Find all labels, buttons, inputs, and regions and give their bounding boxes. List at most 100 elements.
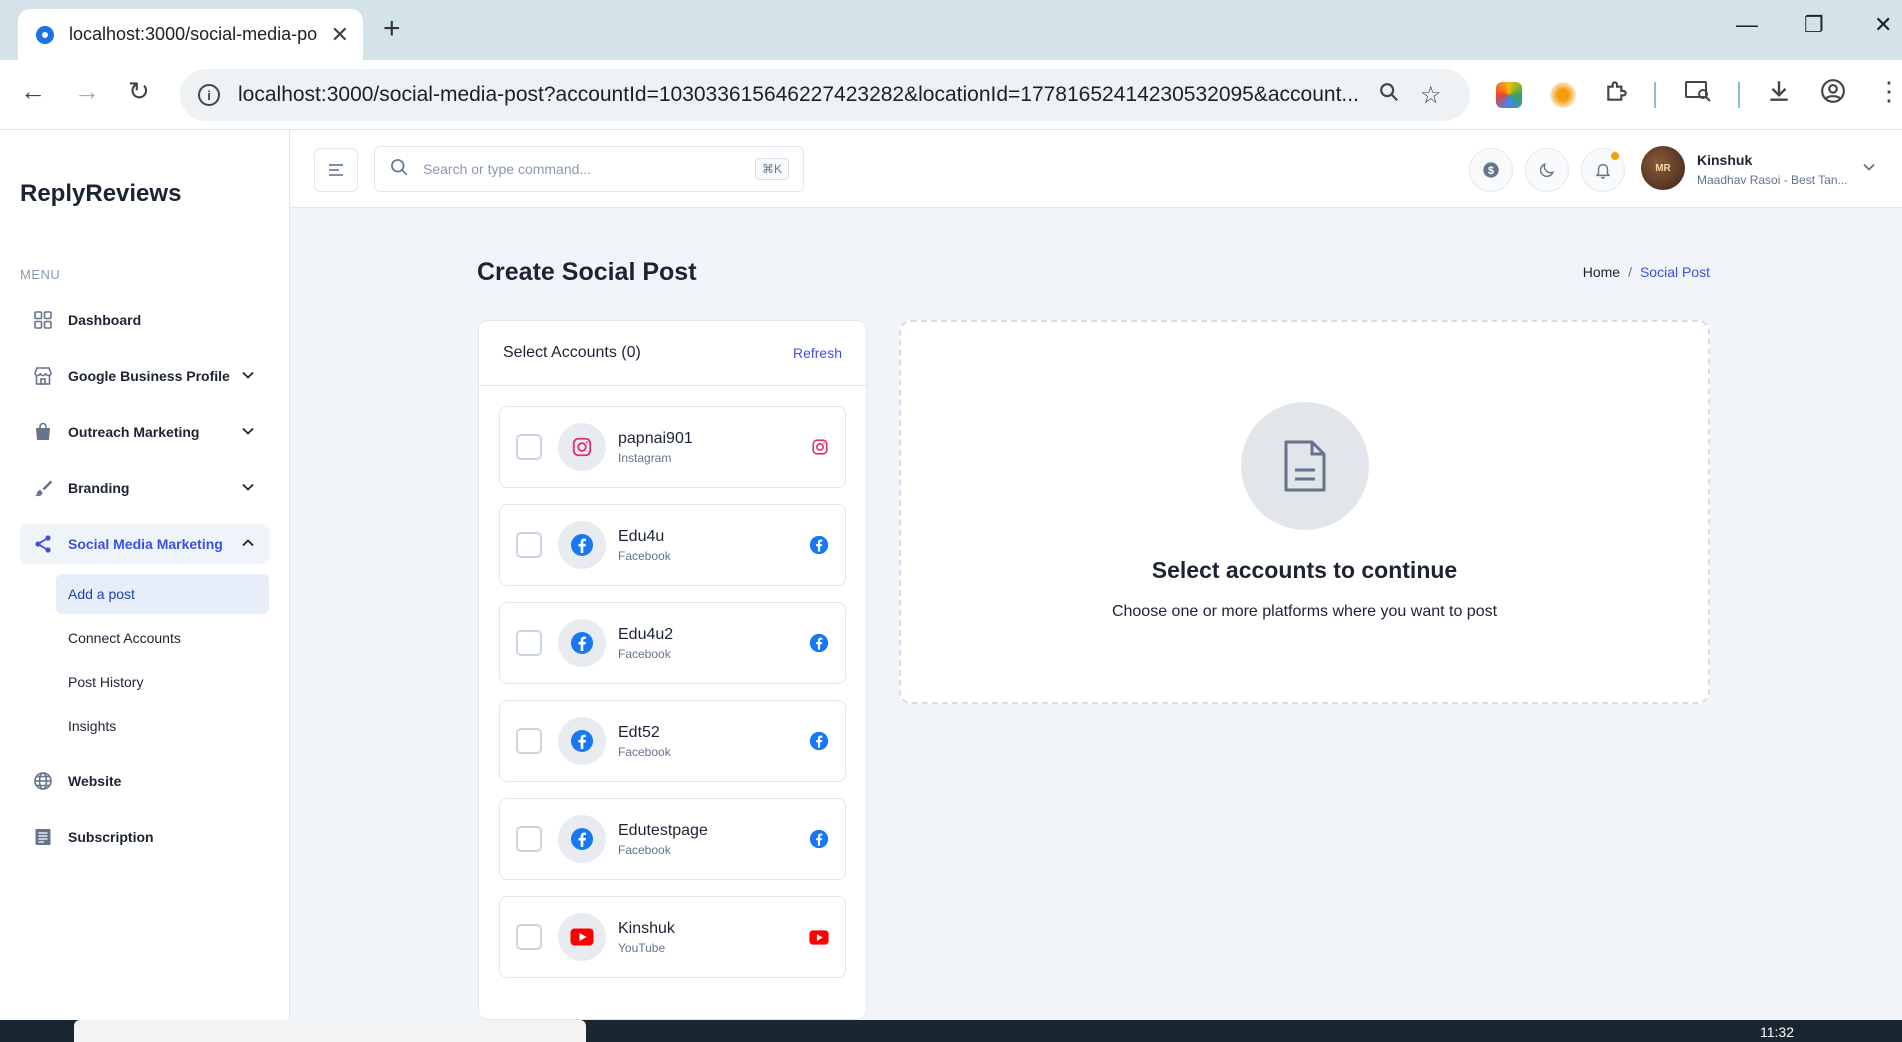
globe-icon: [32, 770, 54, 792]
sidebar-item-label: Subscription: [68, 829, 154, 845]
dark-mode-toggle[interactable]: [1525, 148, 1569, 192]
dollar-icon: $: [1483, 162, 1499, 178]
site-info-icon[interactable]: i: [198, 84, 220, 106]
refresh-button[interactable]: Refresh: [793, 345, 842, 361]
sidebar-item-subscription[interactable]: Subscription: [20, 817, 269, 857]
account-name: Edu4u2: [618, 625, 674, 643]
account-row[interactable]: Edutestpage Facebook: [499, 798, 846, 880]
account-row[interactable]: Edu4u Facebook: [499, 504, 846, 586]
empty-state-title: Select accounts to continue: [1151, 557, 1458, 583]
back-icon[interactable]: ←: [20, 78, 46, 104]
zoom-icon[interactable]: [1378, 81, 1400, 110]
new-tab-icon[interactable]: +: [383, 14, 401, 44]
extension-flower-icon[interactable]: [1550, 82, 1576, 108]
taskbar-clock: 11:32: [1760, 1024, 1794, 1040]
chevron-down-icon: [241, 424, 255, 441]
account-checkbox[interactable]: [516, 826, 542, 852]
sidebar-subitem-connect-accounts[interactable]: Connect Accounts: [56, 618, 269, 658]
account-checkbox[interactable]: [516, 728, 542, 754]
search-input[interactable]: [423, 161, 743, 177]
account-row[interactable]: papnai901 Instagram: [499, 406, 846, 488]
youtube-icon: [809, 929, 829, 945]
sidebar-item-label: Website: [68, 773, 122, 789]
tab-title: localhost:3000/social-media-po: [69, 24, 318, 44]
address-bar[interactable]: i localhost:3000/social-media-post?accou…: [180, 69, 1470, 121]
close-tab-icon[interactable]: ✕: [331, 23, 349, 46]
extensions-puzzle-icon[interactable]: [1604, 78, 1630, 108]
chevron-down-icon: [241, 368, 255, 385]
facebook-icon: [558, 521, 606, 569]
currency-button[interactable]: $: [1469, 148, 1513, 192]
account-row[interactable]: Kinshuk YouTube: [499, 896, 846, 978]
cast-search-icon[interactable]: [1684, 78, 1712, 108]
account-checkbox[interactable]: [516, 532, 542, 558]
select-accounts-card: Select Accounts (0) Refresh papnai901 In…: [478, 320, 867, 1020]
facebook-icon: [809, 731, 829, 751]
toolbar-divider: [1654, 82, 1656, 108]
brush-icon: [32, 477, 54, 499]
account-row[interactable]: Edt52 Facebook: [499, 700, 846, 782]
sidebar-item-dashboard[interactable]: Dashboard: [20, 300, 269, 340]
facebook-icon: [558, 815, 606, 863]
facebook-icon: [558, 717, 606, 765]
account-platform: Instagram: [618, 450, 672, 465]
notifications-button[interactable]: [1581, 148, 1625, 192]
restore-icon[interactable]: ❐: [1804, 12, 1824, 38]
sidebar-item-website[interactable]: Website: [20, 761, 269, 801]
sidebar-subitem-add-a-post[interactable]: Add a post: [56, 574, 269, 614]
notification-dot: [1611, 152, 1619, 160]
sidebar-subitem-insights[interactable]: Insights: [56, 706, 269, 746]
sidebar-subitem-post-history[interactable]: Post History: [56, 662, 269, 702]
account-checkbox[interactable]: [516, 630, 542, 656]
account-row[interactable]: Edu4u2 Facebook: [499, 602, 846, 684]
browser-menu-icon[interactable]: ⋮: [1876, 78, 1902, 104]
grid-icon: [32, 309, 54, 331]
sidebar-subitem-label: Insights: [68, 718, 117, 734]
account-checkbox[interactable]: [516, 924, 542, 950]
sidebar-item-label: Social Media Marketing: [68, 536, 223, 552]
account-name: Edu4u: [618, 527, 665, 545]
breadcrumb-home[interactable]: Home: [1583, 264, 1620, 280]
user-name[interactable]: Kinshuk: [1697, 152, 1752, 168]
youtube-icon: [558, 913, 606, 961]
user-location[interactable]: Maadhav Rasoi - Best Tan...: [1697, 173, 1848, 187]
avatar[interactable]: MR: [1641, 146, 1685, 190]
facebook-icon: [809, 535, 829, 555]
search-icon: [389, 157, 409, 182]
sidebar-item-branding[interactable]: Branding: [20, 468, 269, 508]
bag-icon: [32, 421, 54, 443]
close-window-icon[interactable]: ✕: [1874, 12, 1892, 38]
share-icon: [32, 533, 54, 555]
sidebar-item-outreach-marketing[interactable]: Outreach Marketing: [20, 412, 269, 452]
app-logo[interactable]: ReplyReviews: [20, 180, 181, 208]
sidebar-item-social-media-marketing[interactable]: Social Media Marketing: [20, 524, 269, 564]
extension-color-icon[interactable]: [1496, 82, 1522, 108]
account-checkbox[interactable]: [516, 434, 542, 460]
reload-icon[interactable]: ↻: [128, 78, 150, 104]
forward-icon[interactable]: →: [74, 78, 100, 104]
empty-state-panel: Select accounts to continue Choose one o…: [899, 320, 1710, 704]
download-icon[interactable]: [1766, 78, 1792, 108]
sidebar-toggle-button[interactable]: [314, 148, 358, 192]
chevron-down-icon: [241, 480, 255, 497]
facebook-icon: [809, 633, 829, 653]
store-icon: [32, 365, 54, 387]
chevron-down-icon[interactable]: [1862, 160, 1876, 179]
breadcrumb-current: Social Post: [1639, 264, 1710, 280]
sidebar-subitem-label: Connect Accounts: [68, 630, 181, 646]
account-platform: YouTube: [618, 940, 666, 955]
search-bar[interactable]: ⌘K: [374, 146, 804, 192]
account-platform: Facebook: [618, 548, 671, 563]
taskbar-search[interactable]: [74, 1020, 586, 1042]
account-name: Kinshuk: [618, 919, 675, 937]
bell-icon: [1595, 163, 1611, 179]
url-text[interactable]: localhost:3000/social-media-post?account…: [238, 83, 1358, 107]
sidebar-item-google-business-profile[interactable]: Google Business Profile: [20, 356, 269, 396]
bookmark-star-icon[interactable]: ☆: [1420, 81, 1442, 110]
account-platform: Facebook: [618, 842, 671, 857]
browser-tab[interactable]: localhost:3000/social-media-po ✕: [18, 9, 363, 60]
minimize-icon[interactable]: —: [1736, 12, 1758, 38]
profile-icon[interactable]: [1820, 78, 1846, 108]
app-header: ⌘K $ MR Kinshuk Maadhav Rasoi - Best Tan…: [290, 130, 1902, 208]
svg-text:$: $: [1488, 165, 1494, 177]
